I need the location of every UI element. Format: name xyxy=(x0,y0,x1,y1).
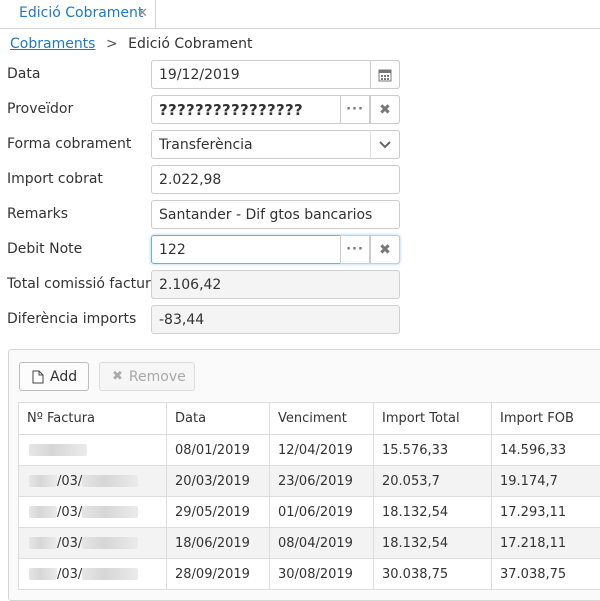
diferencia-value: -83,44 xyxy=(159,312,205,328)
column-header-factura[interactable]: Nº Factura xyxy=(18,402,167,435)
cell-import-total: 18.132,54 xyxy=(373,496,492,528)
proveidor-clear-button[interactable]: ✖ xyxy=(370,95,400,124)
cell-venciment: 30/08/2019 xyxy=(269,558,374,590)
cell-data: 28/09/2019 xyxy=(166,558,270,590)
cell-venciment: 01/06/2019 xyxy=(269,496,374,528)
cell-import-fob: 19.174,7 xyxy=(491,465,600,497)
table-row[interactable]: /03/ 18/06/2019 08/04/2019 18.132,54 17.… xyxy=(18,527,600,559)
breadcrumb: Cobraments > Edició Cobrament xyxy=(10,36,253,52)
table-row[interactable]: /03/ 20/03/2019 23/06/2019 20.053,7 19.1… xyxy=(18,465,600,497)
cell-import-fob: 37.038,75 xyxy=(491,558,600,590)
calendar-icon xyxy=(378,69,392,81)
redacted-text xyxy=(82,506,139,518)
redacted-text xyxy=(82,568,139,580)
debit-note-clear-button[interactable]: ✖ xyxy=(370,235,400,264)
remarks-value[interactable]: Santander - Dif gtos bancarios xyxy=(159,207,372,223)
import-cobrat-input[interactable]: 2.022,98 xyxy=(151,165,400,194)
cell-import-total: 30.038,75 xyxy=(373,558,492,590)
remove-label: Remove xyxy=(128,368,186,385)
data-label: Data xyxy=(7,66,41,82)
diferencia-field: -83,44 xyxy=(151,305,400,334)
import-cobrat-value[interactable]: 2.022,98 xyxy=(159,172,221,188)
table-row[interactable]: 08/01/2019 12/04/2019 15.576,33 14.596,3… xyxy=(18,434,600,466)
debit-note-field[interactable]: 122 ··· ✖ xyxy=(151,235,400,264)
cell-import-total: 20.053,7 xyxy=(373,465,492,497)
breadcrumb-current: Edició Cobrament xyxy=(128,36,253,52)
file-icon xyxy=(32,370,44,384)
add-button[interactable]: Add xyxy=(19,362,89,391)
close-icon[interactable]: ✕ xyxy=(137,6,148,21)
column-header-import-fob[interactable]: Import FOB xyxy=(491,402,600,435)
redacted-text xyxy=(29,537,57,549)
cell-factura xyxy=(18,434,167,466)
remove-icon: ✖ xyxy=(112,369,123,384)
column-header-import-total[interactable]: Import Total xyxy=(373,402,492,435)
breadcrumb-link-cobraments[interactable]: Cobraments xyxy=(10,36,95,52)
column-header-data[interactable]: Data xyxy=(166,402,270,435)
ellipsis-icon: ··· xyxy=(346,102,364,117)
remarks-label: Remarks xyxy=(7,206,69,222)
add-label: Add xyxy=(50,368,78,385)
ellipsis-icon: ··· xyxy=(346,242,364,257)
remove-button[interactable]: ✖ Remove xyxy=(99,362,195,391)
table-row[interactable]: /03/ 28/09/2019 30/08/2019 30.038,75 37.… xyxy=(18,558,600,590)
remarks-input[interactable]: Santander - Dif gtos bancarios xyxy=(151,200,400,229)
cell-factura: /03/ xyxy=(18,558,167,590)
table-row[interactable]: /03/ 29/05/2019 01/06/2019 18.132,54 17.… xyxy=(18,496,600,528)
debit-note-value[interactable]: 122 xyxy=(159,242,186,258)
redacted-text xyxy=(82,475,139,487)
debit-note-label: Debit Note xyxy=(7,241,83,257)
clear-icon: ✖ xyxy=(379,101,391,118)
cell-factura: /03/ xyxy=(18,465,167,497)
cell-import-fob: 17.293,11 xyxy=(491,496,600,528)
total-comissio-value: 2.106,42 xyxy=(159,277,222,293)
column-header-venciment[interactable]: Venciment xyxy=(269,402,374,435)
proveidor-label: Proveïdor xyxy=(7,101,74,117)
tab-bar: Edició Cobrament ✕ xyxy=(0,0,600,29)
cell-venciment: 23/06/2019 xyxy=(269,465,374,497)
cell-data: 18/06/2019 xyxy=(166,527,270,559)
breadcrumb-separator: > xyxy=(105,36,118,52)
cell-data: 20/03/2019 xyxy=(166,465,270,497)
forma-cobrament-select[interactable]: Transferència xyxy=(151,130,400,159)
cell-factura: /03/ xyxy=(18,527,167,559)
cell-data: 08/01/2019 xyxy=(166,434,270,466)
total-comissio-field: 2.106,42 xyxy=(151,270,400,299)
proveidor-field[interactable]: ???????????????? ··· ✖ xyxy=(151,95,400,124)
redacted-text xyxy=(29,506,57,518)
chevron-down-icon xyxy=(379,140,391,148)
total-comissio-label: Total comissió factures xyxy=(7,276,167,292)
redacted-text xyxy=(29,444,87,456)
redacted-text xyxy=(29,475,57,487)
cell-import-total: 18.132,54 xyxy=(373,527,492,559)
cell-venciment: 12/04/2019 xyxy=(269,434,374,466)
redacted-text xyxy=(82,537,139,549)
diferencia-label: Diferència imports xyxy=(7,311,137,327)
forma-cobrament-label: Forma cobrament xyxy=(7,136,132,152)
calendar-button[interactable] xyxy=(370,60,400,89)
cell-import-fob: 14.596,33 xyxy=(491,434,600,466)
cell-factura: /03/ xyxy=(18,496,167,528)
redacted-text xyxy=(29,568,57,580)
proveidor-lookup-button[interactable]: ··· xyxy=(340,95,370,124)
invoices-table: Nº Factura Data Venciment Import Total I… xyxy=(18,402,600,590)
forma-cobrament-value[interactable]: Transferència xyxy=(159,137,253,153)
cell-import-fob: 17.218,11 xyxy=(491,527,600,559)
tab-edicio-cobrament[interactable]: Edició Cobrament ✕ xyxy=(0,0,156,28)
dropdown-toggle[interactable] xyxy=(370,130,400,159)
date-field[interactable]: 19/12/2019 xyxy=(151,60,400,89)
cell-data: 29/05/2019 xyxy=(166,496,270,528)
date-value[interactable]: 19/12/2019 xyxy=(159,67,240,83)
proveidor-value[interactable]: ???????????????? xyxy=(159,101,303,119)
import-cobrat-label: Import cobrat xyxy=(7,171,103,187)
cell-venciment: 08/04/2019 xyxy=(269,527,374,559)
clear-icon: ✖ xyxy=(379,241,391,258)
cell-import-total: 15.576,33 xyxy=(373,434,492,466)
table-header-row: Nº Factura Data Venciment Import Total I… xyxy=(18,402,600,435)
debit-note-lookup-button[interactable]: ··· xyxy=(340,235,370,264)
tab-label[interactable]: Edició Cobrament xyxy=(19,5,143,21)
